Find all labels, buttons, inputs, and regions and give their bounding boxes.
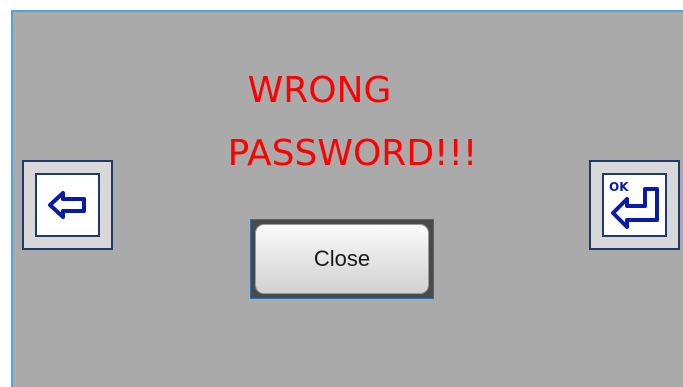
ok-button-face: OK bbox=[602, 173, 667, 237]
close-button[interactable]: Close bbox=[255, 224, 429, 294]
back-button-face bbox=[35, 173, 100, 237]
ok-icon-text: OK bbox=[609, 180, 629, 194]
close-button-frame: Close bbox=[250, 219, 434, 299]
ok-enter-icon: OK bbox=[609, 180, 659, 229]
screen: WRONG PASSWORD!!! Close OK bbox=[0, 0, 683, 387]
error-message-line-1: WRONG bbox=[247, 70, 392, 111]
back-arrow-icon bbox=[47, 191, 86, 219]
ok-button[interactable]: OK bbox=[589, 160, 680, 250]
back-button[interactable] bbox=[22, 160, 113, 250]
